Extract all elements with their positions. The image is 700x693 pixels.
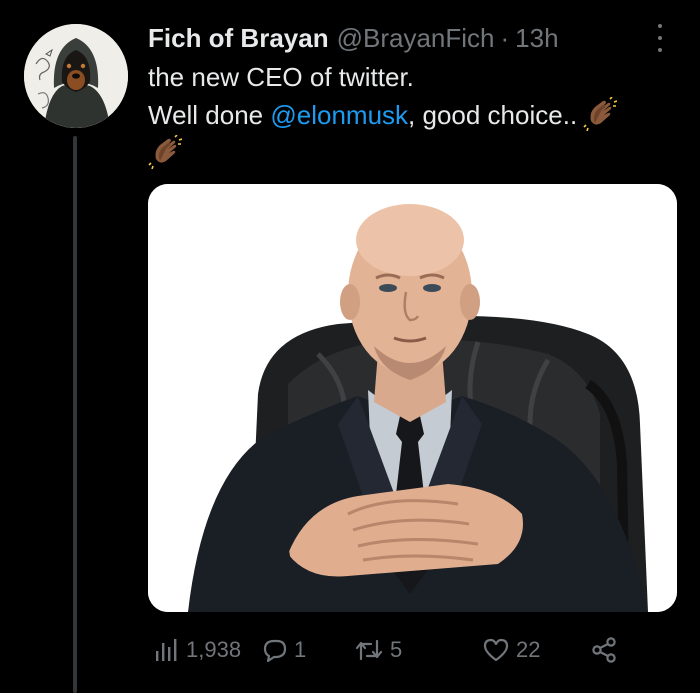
tweet-text: the new CEO of twitter. Well done @elonm… <box>148 58 678 172</box>
tweet-text-suffix: , good choice.. <box>408 100 578 130</box>
separator-dot: · <box>500 23 510 53</box>
analytics-icon <box>156 639 177 661</box>
display-name[interactable]: Fich of Brayan <box>148 20 329 56</box>
retweet-icon <box>355 639 383 661</box>
tweet-media-image[interactable] <box>148 184 677 612</box>
tweet[interactable]: Fich of Brayan @BrayanFich · 13h the new… <box>0 0 700 693</box>
mention-link[interactable]: @elonmusk <box>270 100 408 130</box>
share-icon <box>592 637 616 663</box>
timestamp[interactable]: 13h <box>515 20 558 56</box>
tweet-text-line-1: the new CEO of twitter. <box>148 62 414 92</box>
hooded-dog-avatar-icon <box>24 24 128 128</box>
views-count: 1,938 <box>186 637 242 662</box>
man-in-suit-photo <box>148 184 677 612</box>
more-options-icon[interactable] <box>650 24 670 52</box>
like-button[interactable]: 22 <box>482 630 540 670</box>
reply-count: 1 <box>294 637 307 662</box>
share-button[interactable] <box>590 630 618 670</box>
tweet-actions: 1,938 1 5 22 <box>148 630 638 670</box>
retweet-button[interactable]: 5 <box>354 630 402 670</box>
tweet-text-line-3 <box>148 134 678 172</box>
reply-icon <box>263 639 287 663</box>
like-count: 22 <box>516 637 541 662</box>
retweet-count: 5 <box>390 637 403 662</box>
reply-button[interactable]: 1 <box>262 630 306 670</box>
views-button[interactable]: 1,938 <box>154 630 241 670</box>
user-handle[interactable]: @BrayanFich <box>337 20 495 56</box>
heart-icon <box>483 638 509 662</box>
thread-line <box>73 136 77 693</box>
tweet-text-prefix: Well done <box>148 100 271 130</box>
clapping-hands-icon <box>148 135 182 169</box>
clapping-hands-icon <box>583 97 618 131</box>
avatar[interactable] <box>24 24 128 128</box>
tweet-header: Fich of Brayan @BrayanFich · 13h <box>148 20 668 56</box>
tweet-text-line-2: Well done @elonmusk, good choice.. <box>148 96 678 134</box>
